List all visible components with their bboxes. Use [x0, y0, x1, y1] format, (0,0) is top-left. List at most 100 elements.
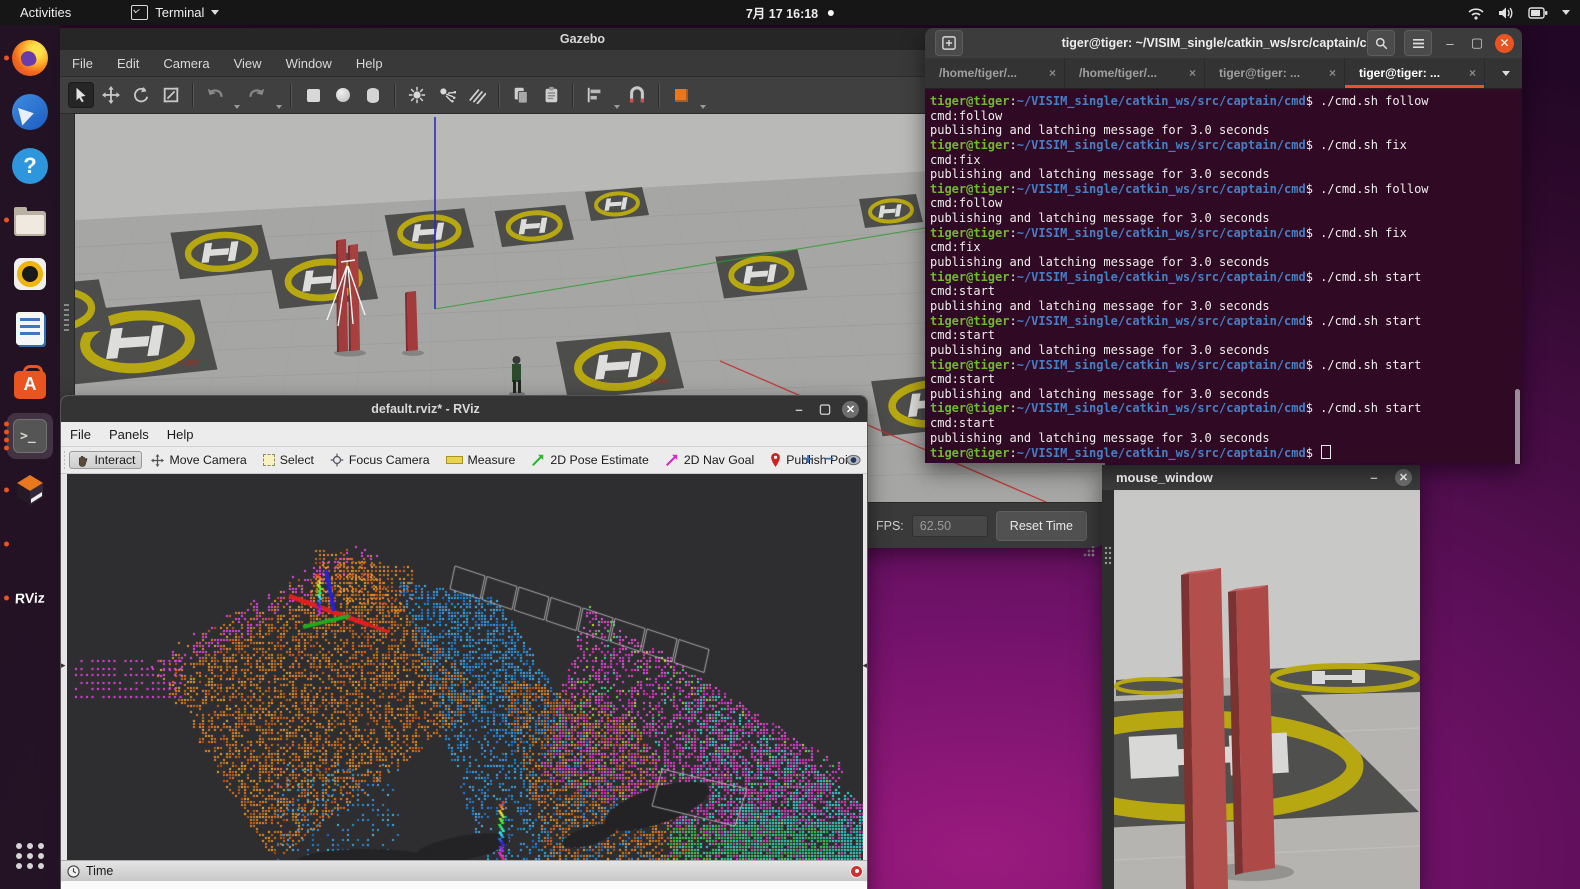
- terminal-content[interactable]: tiger@tiger:~/VISIM_single/catkin_ws/src…: [925, 89, 1522, 464]
- search-button[interactable]: [1367, 30, 1395, 56]
- focus-camera-tool-button[interactable]: Focus Camera: [323, 451, 437, 469]
- add-tool-button[interactable]: +: [803, 451, 812, 469]
- magnet-icon: [628, 86, 646, 104]
- tool-properties-icon[interactable]: [846, 454, 861, 466]
- clock[interactable]: 7月 17 16:18: [746, 3, 834, 22]
- tab-close-icon[interactable]: ×: [1049, 66, 1056, 80]
- redo-caret-icon[interactable]: [276, 105, 282, 109]
- measure-tool-button[interactable]: Measure: [439, 451, 523, 469]
- terminal-window: tiger@tiger: ~/VISIM_single/catkin_ws/sr…: [925, 28, 1522, 463]
- gazebo-menu-file[interactable]: File: [60, 56, 105, 71]
- translate-tool-button[interactable]: [98, 82, 124, 108]
- gazebo-menu-view[interactable]: View: [222, 56, 274, 71]
- tab-close-icon[interactable]: ×: [1189, 66, 1196, 80]
- redo-button[interactable]: [244, 82, 270, 108]
- undo-button[interactable]: [202, 82, 228, 108]
- rviz-time-panel-header[interactable]: Time: [61, 860, 867, 881]
- terminal-tab-3[interactable]: tiger@tiger: ...×: [1205, 58, 1345, 88]
- volume-icon[interactable]: [1498, 6, 1514, 20]
- dock-item-rhythmbox[interactable]: [0, 247, 60, 301]
- close-button[interactable]: ✕: [1495, 34, 1514, 53]
- gazebo-menu-window[interactable]: Window: [274, 56, 344, 71]
- move-camera-tool-button[interactable]: Move Camera: [144, 451, 253, 469]
- rviz-menu-file[interactable]: File: [61, 427, 100, 442]
- terminal-line: tiger@tiger:~/VISIM_single/catkin_ws/src…: [930, 226, 1522, 241]
- mouse-window-titlebar[interactable]: mouse_window – ✕: [1102, 465, 1420, 490]
- new-tab-button[interactable]: [935, 30, 963, 56]
- directional-light-button[interactable]: [464, 82, 490, 108]
- cursor-icon: [72, 86, 90, 104]
- time-panel-close-button[interactable]: [850, 865, 863, 878]
- tab-list-dropdown[interactable]: [1485, 58, 1522, 88]
- network-icon[interactable]: [1468, 6, 1484, 20]
- gazebo-menu-help[interactable]: Help: [344, 56, 395, 71]
- dock-item-files[interactable]: [0, 193, 60, 247]
- nav-goal-tool-button[interactable]: 2D Nav Goal: [658, 451, 761, 469]
- dock-item-ubuntu-software[interactable]: [0, 355, 60, 409]
- menu-button[interactable]: [1404, 30, 1432, 56]
- battery-icon[interactable]: [1528, 7, 1548, 19]
- left-panel-expand-arrow[interactable]: ▸: [61, 660, 66, 671]
- scale-tool-button[interactable]: [158, 82, 184, 108]
- dock-item-thunderbird[interactable]: [0, 85, 60, 139]
- insert-box-button[interactable]: [300, 82, 326, 108]
- terminal-tab-4-active[interactable]: tiger@tiger: ...×: [1345, 58, 1485, 88]
- dock-item-rviz[interactable]: [0, 571, 60, 625]
- minimize-button[interactable]: –: [790, 402, 808, 417]
- sphere-icon: [336, 88, 350, 102]
- reset-time-button[interactable]: Reset Time: [996, 511, 1087, 541]
- insert-cylinder-button[interactable]: [360, 82, 386, 108]
- gazebo-menu-camera[interactable]: Camera: [151, 56, 221, 71]
- rviz-titlebar[interactable]: default.rviz* - RViz – ▢ ✕: [61, 396, 867, 422]
- view-angle-caret-icon[interactable]: [700, 105, 706, 109]
- app-menu-button[interactable]: Terminal: [125, 3, 225, 22]
- rviz-menu-help[interactable]: Help: [158, 427, 203, 442]
- activities-button[interactable]: Activities: [14, 3, 77, 22]
- dock-item-help[interactable]: [0, 139, 60, 193]
- select-arrow-tool-button[interactable]: [68, 82, 94, 108]
- close-button[interactable]: ✕: [842, 401, 859, 418]
- select-tool-button[interactable]: Select: [256, 451, 321, 469]
- terminal-tab-1[interactable]: /home/tiger/...×: [925, 58, 1065, 88]
- terminal-line: publishing and latching message for 3.0 …: [930, 255, 1522, 270]
- dock-item-firefox[interactable]: [0, 31, 60, 85]
- terminal-line: publishing and latching message for 3.0 …: [930, 167, 1522, 182]
- dock-item-unknown-app[interactable]: [0, 517, 60, 571]
- terminal-scrollbar-thumb[interactable]: [1515, 389, 1520, 464]
- chevron-down-icon[interactable]: [1562, 10, 1570, 15]
- gazebo-menu-edit[interactable]: Edit: [105, 56, 151, 71]
- dock-item-gazebo[interactable]: [0, 463, 60, 517]
- align-caret-icon[interactable]: [614, 105, 620, 109]
- tab-close-icon[interactable]: ×: [1329, 66, 1336, 80]
- minimize-button[interactable]: –: [1365, 470, 1383, 485]
- maximize-button[interactable]: ▢: [816, 401, 834, 417]
- undo-caret-icon[interactable]: [234, 105, 240, 109]
- terminal-tab-2[interactable]: /home/tiger/...×: [1065, 58, 1205, 88]
- align-button[interactable]: [582, 82, 608, 108]
- mouse-window-3d-viewport[interactable]: [1102, 490, 1420, 889]
- rviz-3d-viewport[interactable]: ▸ ◂: [61, 474, 867, 860]
- dock-item-terminal[interactable]: [0, 409, 60, 463]
- view-angle-button[interactable]: [668, 82, 694, 108]
- pose-estimate-tool-button[interactable]: 2D Pose Estimate: [524, 451, 655, 469]
- point-light-button[interactable]: [404, 82, 430, 108]
- rviz-menu-panels[interactable]: Panels: [100, 427, 158, 442]
- interact-tool-button[interactable]: Interact: [69, 451, 142, 469]
- close-button[interactable]: ✕: [1395, 469, 1412, 486]
- insert-sphere-button[interactable]: [330, 82, 356, 108]
- rotate-tool-button[interactable]: [128, 82, 154, 108]
- minimize-button[interactable]: –: [1441, 36, 1459, 51]
- dock-item-libreoffice-writer[interactable]: [0, 301, 60, 355]
- copy-button[interactable]: [508, 82, 534, 108]
- remove-tool-button[interactable]: −: [825, 451, 834, 469]
- paste-button[interactable]: [538, 82, 564, 108]
- terminal-headerbar[interactable]: tiger@tiger: ~/VISIM_single/catkin_ws/sr…: [925, 28, 1522, 58]
- spot-light-button[interactable]: [434, 82, 460, 108]
- show-applications-button[interactable]: [0, 829, 60, 883]
- toolbar-drag-handle[interactable]: [64, 451, 65, 469]
- right-panel-expand-arrow[interactable]: ◂: [862, 660, 867, 671]
- maximize-button[interactable]: ▢: [1468, 35, 1486, 51]
- snap-button[interactable]: [624, 82, 650, 108]
- tab-close-icon[interactable]: ×: [1469, 66, 1476, 80]
- window-resize-grip[interactable]: [1082, 546, 1096, 557]
